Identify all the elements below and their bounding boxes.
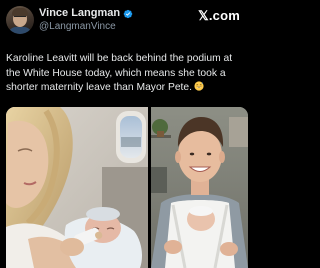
man-holding-baby-in-carrier-photo[interactable]	[151, 107, 248, 268]
verified-badge-icon	[123, 9, 133, 19]
author-handle[interactable]: @LangmanVince	[39, 21, 133, 33]
author-avatar[interactable]	[6, 6, 34, 34]
post-header: Vince Langman @LangmanVince 𝕏.com	[6, 4, 244, 34]
woman-bottle-feeding-baby-on-plane-photo[interactable]	[6, 107, 148, 268]
post-text-container: Karoline Leavitt will be back behind the…	[6, 52, 246, 96]
avatar-hair	[12, 8, 28, 16]
grinning-sweat-emoji-icon	[194, 81, 204, 91]
x-brand-watermark: 𝕏.com	[198, 8, 240, 23]
post-card: Vince Langman @LangmanVince 𝕏.com Karoli…	[0, 0, 250, 268]
author-info: Vince Langman @LangmanVince	[39, 7, 133, 33]
author-display-name[interactable]: Vince Langman	[39, 7, 120, 20]
author-name-row: Vince Langman	[39, 7, 133, 20]
avatar-shirt	[8, 27, 32, 34]
avatar-glasses	[14, 16, 26, 20]
post-media-grid	[6, 107, 248, 268]
